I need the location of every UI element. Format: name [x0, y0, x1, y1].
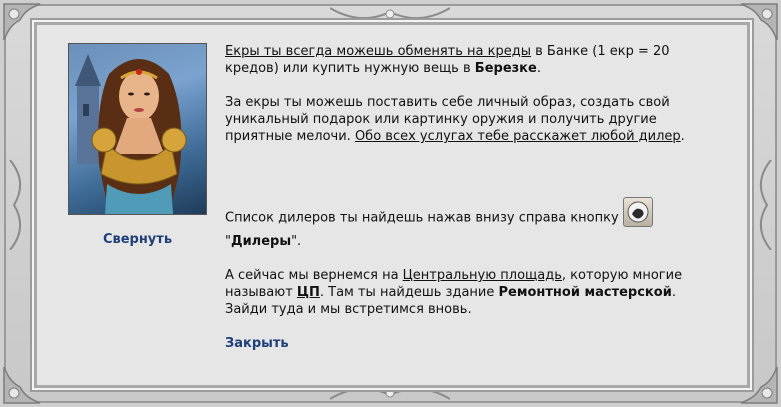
text-span: .	[680, 129, 685, 144]
text-span: . Там ты найдешь здание	[319, 285, 499, 300]
paragraph-dealers: Список дилеров ты найдешь нажав внизу сп…	[225, 197, 695, 250]
text-span: ".	[291, 234, 302, 249]
right-ornament	[760, 160, 772, 250]
services-link[interactable]: Обо всех услугах тебе расскажет любой ди…	[355, 129, 681, 144]
paragraph-services: За екры ты можешь поставить себе личный …	[225, 94, 695, 145]
paragraph-close: Закрыть	[225, 335, 695, 352]
portrait-image	[75, 54, 187, 214]
exchange-link[interactable]: Екры ты всегда можешь обменять на креды	[225, 44, 531, 59]
collapse-link[interactable]: Свернуть	[68, 232, 207, 247]
close-link[interactable]: Закрыть	[225, 336, 289, 351]
text-span: А сейчас мы вернемся на	[225, 268, 403, 283]
text-span: .	[536, 61, 541, 76]
dealers-button[interactable]	[622, 197, 653, 227]
central-square-link[interactable]: Центральную площадь	[403, 268, 562, 283]
character-portrait	[68, 43, 207, 215]
left-ornament	[9, 160, 21, 250]
berezka-label: Березке	[474, 61, 537, 76]
dialog-text: Екры ты всегда можешь обменять на креды …	[225, 43, 695, 352]
paragraph-repair: А сейчас мы вернемся на Центральную площ…	[225, 267, 695, 318]
dealers-label: Дилеры	[230, 234, 292, 249]
dealer-hand-icon	[627, 201, 649, 223]
paragraph-exchange: Екры ты всегда можешь обменять на креды …	[225, 43, 695, 77]
repair-shop-label: Ремонтной мастерской	[498, 285, 672, 300]
text-span: Список дилеров ты найдешь нажав внизу сп…	[225, 210, 623, 226]
cp-link[interactable]: ЦП	[297, 285, 320, 300]
